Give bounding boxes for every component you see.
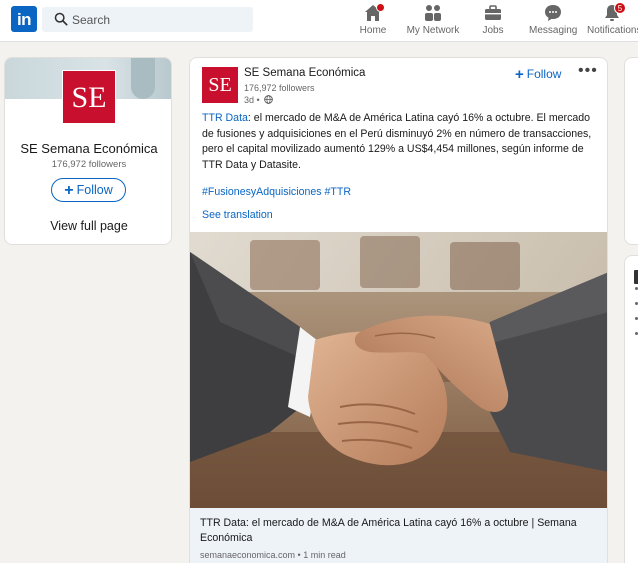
info-icon[interactable] (634, 270, 638, 284)
post-text-body: : el mercado de M&A de América Latina ca… (202, 112, 592, 171)
nav-messaging-label: Messaging (529, 25, 578, 36)
post-time-text: 3d • (244, 95, 260, 105)
notifications-count-badge: 5 (614, 2, 626, 14)
home-icon (363, 3, 385, 23)
view-full-page-link[interactable]: View full page (5, 219, 171, 233)
nav-home-label: Home (359, 25, 387, 36)
link-preview[interactable]: TTR Data: el mercado de M&A de América L… (190, 508, 607, 563)
plus-icon: + (515, 66, 524, 83)
company-follow-button[interactable]: + Follow (51, 178, 126, 202)
post-text: TTR Data: el mercado de M&A de América L… (202, 111, 602, 173)
nav-notifications[interactable]: 5 Notifications (587, 2, 638, 39)
handshake-image (190, 232, 607, 508)
top-navbar: in Home My Network (0, 0, 638, 42)
chat-icon (543, 3, 563, 23)
briefcase-icon (483, 3, 503, 23)
company-follow-label: Follow (76, 183, 113, 197)
home-notification-dot (376, 3, 385, 12)
post-timestamp: 3d • (244, 95, 274, 105)
post-follow-button[interactable]: + Follow (515, 66, 561, 83)
nav-messaging[interactable]: Messaging (529, 3, 577, 39)
post-follow-label: Follow (526, 67, 562, 81)
globe-icon (264, 95, 274, 104)
nav-my-network-label: My Network (406, 25, 460, 36)
right-rail-card (624, 57, 638, 245)
post-author-followers: 176,972 followers (244, 83, 315, 93)
nav-jobs-label: Jobs (482, 25, 504, 36)
search-input[interactable] (72, 10, 242, 29)
link-preview-title[interactable]: TTR Data: el mercado de M&A de América L… (200, 516, 595, 546)
company-name[interactable]: SE Semana Económica (5, 141, 171, 156)
more-options-icon[interactable]: ••• (578, 62, 598, 80)
network-icon (423, 3, 443, 23)
post-author-logo[interactable]: SE (202, 67, 238, 103)
nav-home[interactable]: Home (356, 3, 390, 39)
linkedin-logo-icon[interactable]: in (11, 6, 37, 32)
nav-my-network[interactable]: My Network (404, 3, 462, 39)
plus-icon: + (64, 182, 74, 199)
company-followers: 176,972 followers (51, 159, 127, 170)
post-text-keyword[interactable]: TTR Data (202, 112, 248, 124)
nav-notifications-label: Notifications (587, 25, 638, 36)
bell-icon: 5 (602, 2, 626, 23)
link-preview-meta: semanaeconomica.com • 1 min read (200, 550, 346, 560)
see-translation-link[interactable]: See translation (202, 209, 273, 221)
feed-post: SE SE Semana Económica 176,972 followers… (189, 57, 608, 563)
search-icon (54, 12, 68, 26)
right-rail-card-2 (624, 255, 638, 563)
company-card: SE SE Semana Económica 176,972 followers… (4, 57, 172, 245)
company-logo[interactable]: SE (62, 70, 116, 124)
post-hashtags[interactable]: #FusionesyAdquisiciones #TTR (202, 186, 351, 198)
post-image[interactable] (190, 232, 607, 508)
search-bar[interactable] (42, 7, 253, 32)
nav-jobs[interactable]: Jobs (478, 3, 508, 39)
post-author-name[interactable]: SE Semana Económica (244, 67, 365, 79)
